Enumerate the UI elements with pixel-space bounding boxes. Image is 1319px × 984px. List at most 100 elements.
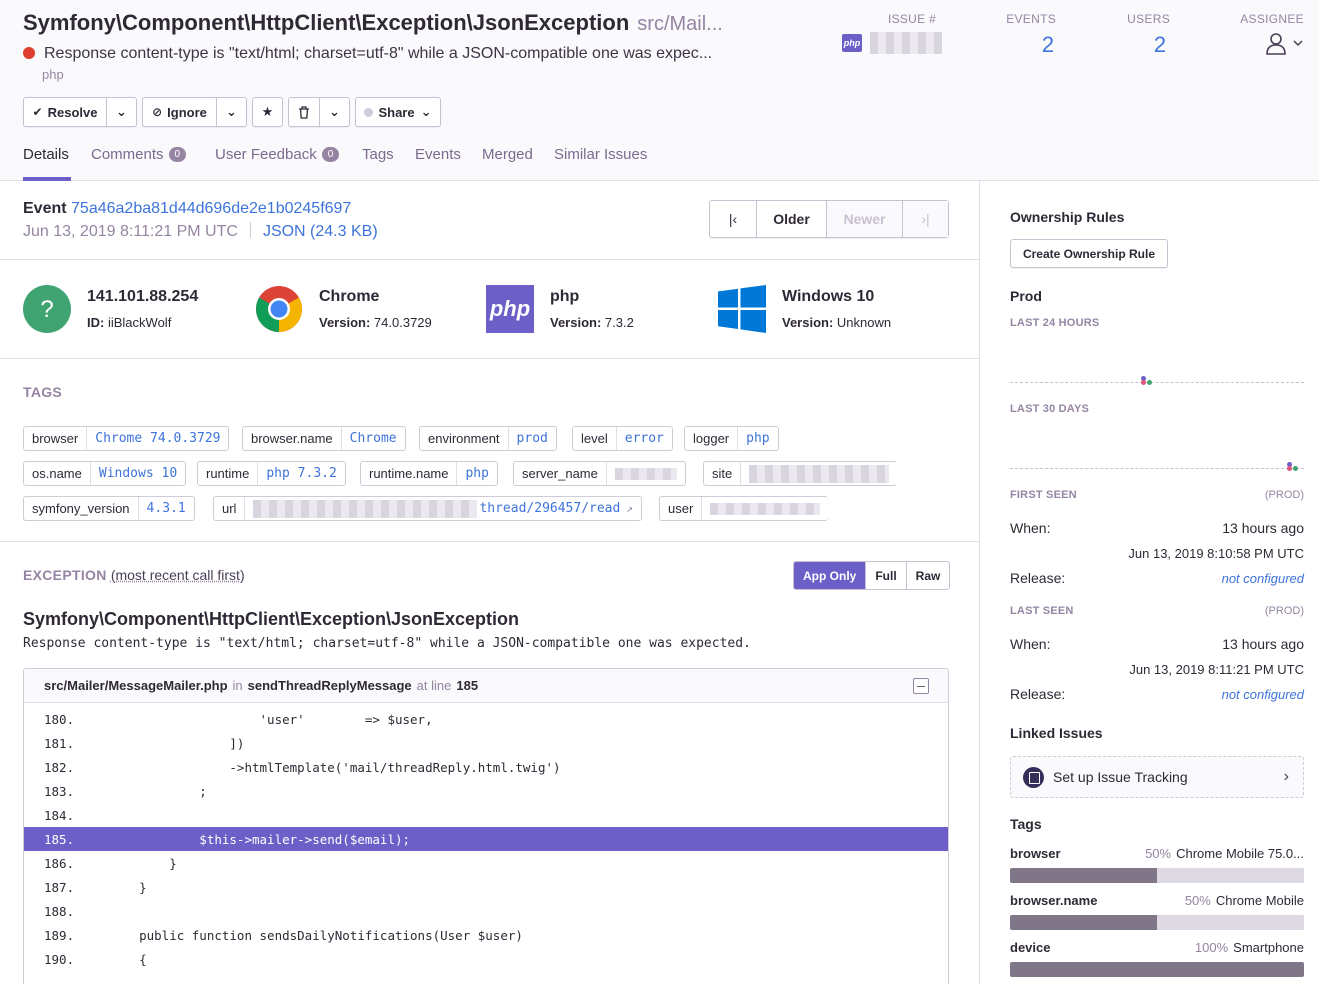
tag-value[interactable]: php	[738, 427, 777, 450]
tag-runtime[interactable]: runtime php 7.3.2	[197, 461, 346, 486]
delete-dropdown-button[interactable]: ⌄	[319, 97, 350, 127]
tag-value[interactable]: error	[617, 427, 672, 450]
tag-value[interactable]: Windows 10	[91, 462, 185, 485]
code-line: 186. }	[24, 851, 948, 875]
older-event-button[interactable]: Older	[757, 201, 827, 237]
tab-events[interactable]: Events	[415, 146, 461, 163]
tag-key: symfony_version	[24, 497, 139, 520]
collapse-icon[interactable]	[913, 678, 929, 694]
check-icon: ✔	[32, 105, 43, 119]
tag-value-redacted[interactable]	[607, 462, 685, 485]
external-link-icon[interactable]: ↗	[626, 502, 633, 515]
line-number: 184.	[44, 807, 75, 823]
tab-details[interactable]: Details	[23, 146, 69, 163]
tag-user[interactable]: user	[659, 496, 829, 521]
tab-comments[interactable]: Comments 0	[91, 146, 187, 163]
delete-button[interactable]	[288, 97, 320, 127]
php-icon: php	[842, 34, 862, 52]
tab-tags[interactable]: Tags	[362, 146, 394, 163]
exception-order-toggle[interactable]: (most recent call first)	[111, 567, 245, 583]
trash-icon	[299, 105, 309, 119]
tab-user-feedback[interactable]: User Feedback 0	[215, 146, 340, 163]
first-seen-release-link[interactable]: not configured	[1222, 571, 1304, 586]
last-seen-release-link[interactable]: not configured	[1222, 687, 1304, 702]
windows-icon	[718, 285, 766, 333]
browser-name: Chrome	[319, 288, 380, 305]
line-number: 181.	[44, 735, 75, 751]
tag-value[interactable]: 4.3.1	[139, 497, 194, 520]
tag-value[interactable]: prod	[509, 427, 556, 450]
code-text: }	[109, 879, 147, 895]
tag-os-name[interactable]: os.name Windows 10	[23, 461, 187, 486]
last-seen-when-label: When:	[1010, 636, 1051, 652]
first-seen-relative: 13 hours ago	[1222, 520, 1304, 536]
assignee-stat[interactable]: ASSIGNEE	[1240, 12, 1304, 59]
users-stat[interactable]: USERS 2	[1120, 12, 1170, 58]
tag-value[interactable]: thread/296457/read ↗	[245, 497, 641, 520]
tag-url[interactable]: url thread/296457/read ↗	[213, 496, 642, 521]
tag-value[interactable]: php	[457, 462, 496, 485]
tags-summary-title: Tags	[1010, 816, 1042, 832]
newer-event-button[interactable]: Newer	[827, 201, 903, 237]
tag-environment[interactable]: environment prod	[419, 426, 557, 451]
frame-header[interactable]: src/Mailer/MessageMailer.php in sendThre…	[24, 669, 948, 703]
tag-logger[interactable]: logger php	[684, 426, 779, 451]
tag-distribution-bar[interactable]	[1010, 915, 1304, 930]
tag-distribution-bar[interactable]	[1010, 962, 1304, 977]
resolve-button[interactable]: ✔ Resolve	[23, 97, 107, 127]
tag-stat-top-value: 50% Chrome Mobile	[1185, 893, 1304, 908]
event-id-link[interactable]: 75a46a2ba81d44d696de2e1b0245f697	[71, 200, 351, 217]
raw-button[interactable]: Raw	[907, 562, 950, 589]
tag-stat-top-value: 100% Smartphone	[1195, 940, 1304, 955]
events-stat[interactable]: EVENTS 2	[1000, 12, 1056, 58]
tag-stat-value: Smartphone	[1233, 940, 1304, 955]
tab-similar-issues[interactable]: Similar Issues	[554, 146, 647, 163]
tag-runtime-name[interactable]: runtime.name php	[360, 461, 498, 486]
full-button[interactable]: Full	[866, 562, 907, 589]
tag-distribution-remainder	[1157, 868, 1304, 883]
ignore-button[interactable]: ⊘ Ignore	[142, 97, 217, 127]
tab-label: User Feedback	[215, 146, 317, 163]
tag-browser[interactable]: browser Chrome 74.0.3729	[23, 426, 230, 451]
runtime-name: php	[550, 288, 580, 305]
tag-value-redacted[interactable]	[702, 497, 828, 520]
tag-browser-name[interactable]: browser.name Chrome	[242, 426, 406, 451]
chevron-right-icon: ›	[1283, 768, 1289, 785]
tag-value-redacted[interactable]	[741, 462, 897, 485]
tag-value[interactable]: Chrome 74.0.3729	[87, 427, 228, 450]
bookmark-button[interactable]: ★	[252, 97, 283, 127]
assignee-selector[interactable]	[1240, 32, 1304, 59]
resolve-dropdown-button[interactable]: ⌄	[106, 97, 137, 127]
user-icon[interactable]	[1264, 32, 1304, 56]
code-text: ->htmlTemplate('mail/threadReply.html.tw…	[109, 759, 561, 775]
users-count[interactable]: 2	[1120, 32, 1170, 58]
events-count[interactable]: 2	[1000, 32, 1056, 58]
share-button[interactable]: Share ⌄	[355, 97, 441, 127]
tag-value[interactable]: Chrome	[342, 427, 405, 450]
json-link[interactable]: JSON (24.3 KB)	[263, 223, 378, 240]
tab-merged[interactable]: Merged	[482, 146, 533, 163]
newest-event-button[interactable]: ›|	[903, 201, 948, 237]
code-text: public function sendsDailyNotifications(…	[109, 927, 523, 943]
event-date: Jun 13, 2019 8:11:21 PM UTC	[23, 223, 238, 240]
tag-value[interactable]: php 7.3.2	[258, 462, 344, 485]
tag-server-name[interactable]: server_name	[513, 461, 686, 486]
tab-label: Tags	[362, 146, 394, 163]
tag-stat-top-value: 50% Chrome Mobile 75.0...	[1145, 846, 1304, 861]
tag-level[interactable]: level error	[572, 426, 673, 451]
tag-distribution-bar[interactable]	[1010, 868, 1304, 883]
frame-function: sendThreadReplyMessage	[247, 678, 412, 693]
app-only-button[interactable]: App Only	[794, 562, 867, 589]
tag-symfony-version[interactable]: symfony_version 4.3.1	[23, 496, 195, 521]
event-label: Event	[23, 200, 67, 217]
first-seen-env: (PROD)	[1264, 489, 1304, 501]
ignore-dropdown-button[interactable]: ⌄	[216, 97, 247, 127]
field-label: Version:	[550, 315, 602, 330]
event-pager: |‹ Older Newer ›|	[709, 200, 949, 238]
tag-site[interactable]: site	[703, 461, 898, 486]
feedback-count-badge: 0	[321, 147, 340, 162]
code-text: ;	[109, 783, 207, 799]
oldest-event-button[interactable]: |‹	[710, 201, 757, 237]
create-ownership-rule-button[interactable]: Create Ownership Rule	[1010, 239, 1168, 268]
setup-issue-tracking-button[interactable]: Set up Issue Tracking ›	[1010, 756, 1304, 798]
